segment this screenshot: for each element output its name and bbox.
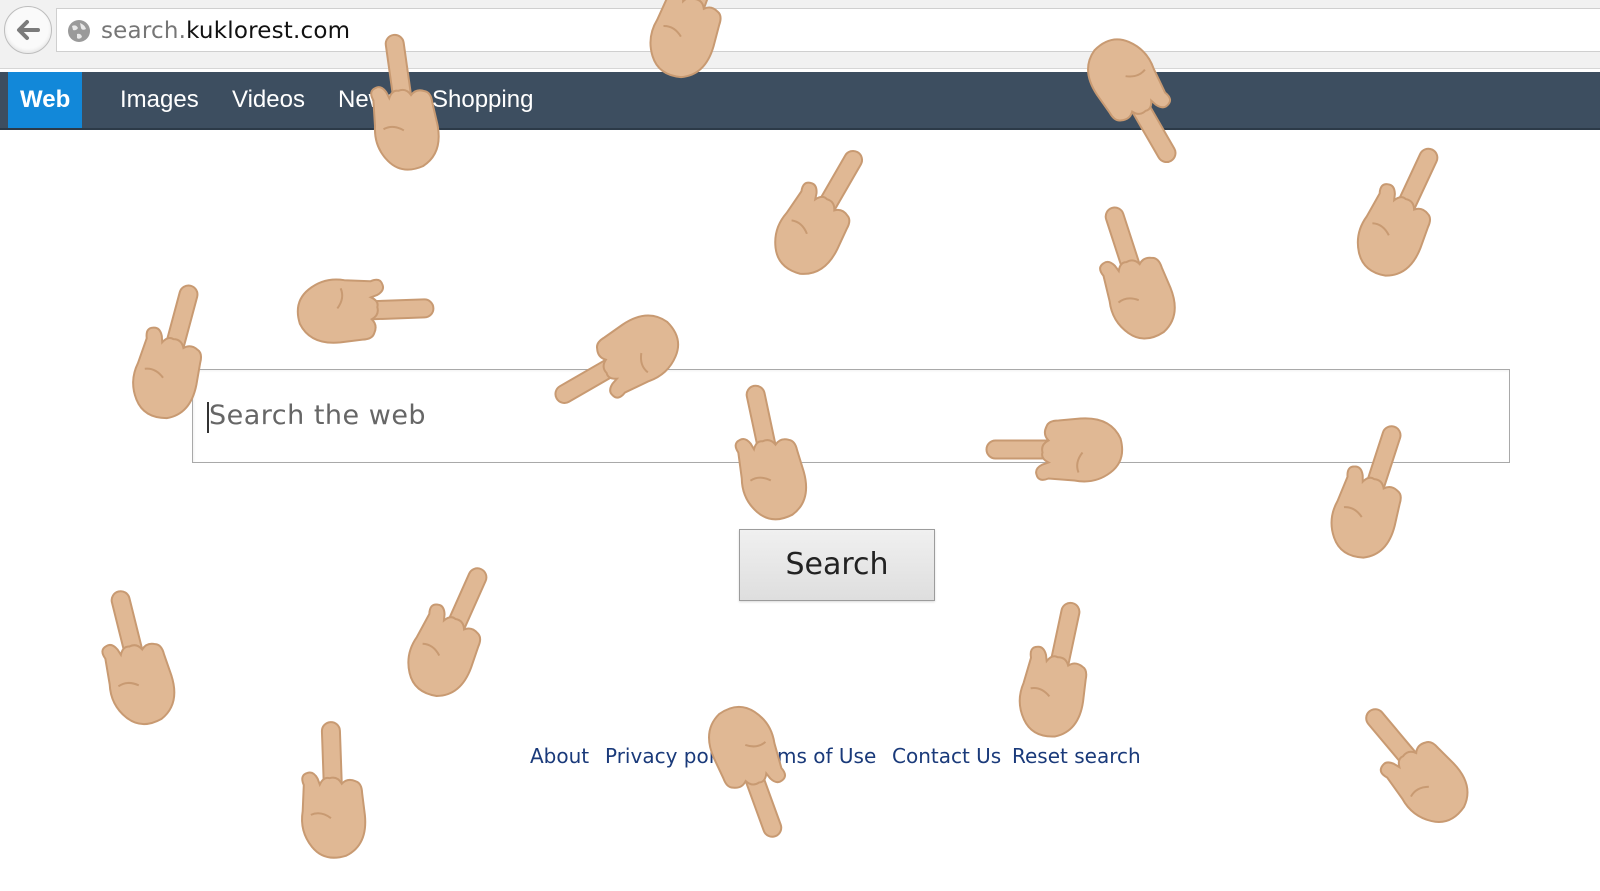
- tab-news[interactable]: News: [338, 72, 398, 128]
- middle-finger-hand-icon: [86, 582, 183, 732]
- middle-finger-hand-icon: [1011, 595, 1104, 744]
- footer-link-privacy[interactable]: Privacy policy: [605, 744, 743, 768]
- middle-finger-hand-icon: [698, 696, 807, 848]
- footer-link-terms[interactable]: Terms of Use: [748, 744, 876, 768]
- tab-images[interactable]: Images: [120, 72, 199, 128]
- middle-finger-hand-icon: [1344, 135, 1462, 287]
- middle-finger-hand-icon: [297, 720, 368, 860]
- back-arrow-icon: [17, 20, 40, 40]
- search-input[interactable]: Search the web: [192, 369, 1510, 463]
- middle-finger-hand-icon: [760, 135, 886, 287]
- url-text: search.kuklorest.com: [101, 18, 350, 44]
- middle-finger-hand-icon: [295, 275, 436, 345]
- globe-icon: [68, 20, 90, 42]
- search-nav-bar: Web Images Videos News Shopping: [0, 72, 1600, 130]
- tab-web[interactable]: Web: [8, 72, 83, 128]
- browser-address-bar: search.kuklorest.com: [0, 0, 1600, 69]
- footer-link-reset[interactable]: Reset search: [1012, 744, 1141, 768]
- tab-videos[interactable]: Videos: [232, 72, 305, 128]
- middle-finger-hand-icon: [1343, 690, 1482, 837]
- search-button[interactable]: Search: [739, 529, 935, 601]
- tab-shopping[interactable]: Shopping: [432, 72, 533, 128]
- footer-link-contact[interactable]: Contact Us: [892, 744, 1001, 768]
- search-placeholder: Search the web: [209, 400, 427, 431]
- middle-finger-hand-icon: [395, 555, 511, 707]
- url-domain: kuklorest.com: [186, 18, 351, 44]
- middle-finger-hand-icon: [1080, 197, 1185, 348]
- back-button[interactable]: [4, 6, 52, 54]
- url-field[interactable]: search.kuklorest.com: [56, 8, 1600, 52]
- footer-link-about[interactable]: About: [530, 744, 589, 768]
- url-subdomain: search.: [101, 18, 187, 44]
